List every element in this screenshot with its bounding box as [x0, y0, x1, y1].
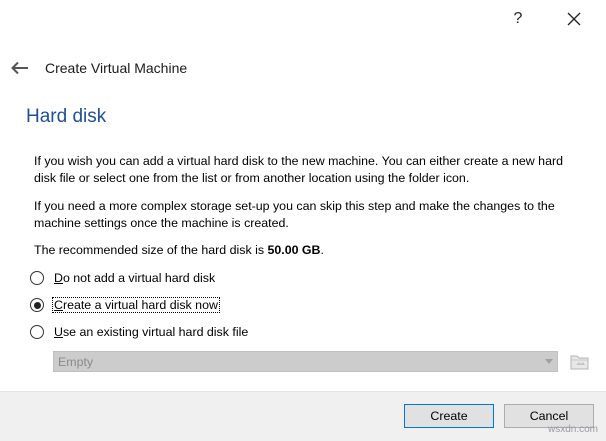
description-paragraph-1: If you wish you can add a virtual hard d…: [34, 154, 563, 185]
page-title: Hard disk: [26, 106, 107, 127]
choose-disk-file-button[interactable]: [568, 351, 592, 373]
watermark-text: wsxdn.com: [548, 424, 599, 435]
close-button[interactable]: [562, 8, 586, 30]
selected-disk-value: Empty: [58, 354, 94, 369]
folder-icon: [570, 355, 589, 370]
option-no-hard-disk[interactable]: Do not add a virtual hard disk: [30, 268, 217, 288]
existing-disk-select[interactable]: Empty: [53, 351, 558, 372]
wizard-header: Create Virtual Machine: [10, 55, 187, 81]
radio-button[interactable]: [30, 325, 44, 339]
option-label: Create a virtual hard disk now: [52, 297, 220, 313]
radio-button[interactable]: [30, 271, 44, 285]
close-icon: [567, 12, 581, 26]
recommended-size-prefix: The recommended size of the hard disk is: [34, 243, 268, 257]
option-create-hard-disk[interactable]: Create a virtual hard disk now: [30, 295, 220, 315]
back-arrow-icon[interactable]: [10, 58, 30, 78]
wizard-title: Create Virtual Machine: [45, 60, 188, 76]
radio-selected-dot: [33, 301, 41, 309]
option-label: Use an existing virtual hard disk file: [54, 325, 249, 339]
option-label: Do not add a virtual hard disk: [54, 271, 216, 285]
create-button[interactable]: Create: [404, 404, 494, 428]
radio-button-selected[interactable]: [30, 298, 44, 312]
chevron-down-icon: [541, 359, 557, 364]
description-paragraph-2: If you need a more complex storage set-u…: [34, 199, 555, 230]
recommended-size-suffix: .: [320, 243, 324, 257]
help-icon: ?: [513, 10, 523, 27]
dialog-footer: Create Cancel: [0, 391, 606, 441]
help-button[interactable]: ?: [506, 8, 530, 30]
recommended-size-value: 50.00 GB: [267, 243, 321, 257]
option-use-existing-hard-disk[interactable]: Use an existing virtual hard disk file: [30, 322, 250, 342]
recommended-size-text: The recommended size of the hard disk is…: [34, 242, 586, 259]
